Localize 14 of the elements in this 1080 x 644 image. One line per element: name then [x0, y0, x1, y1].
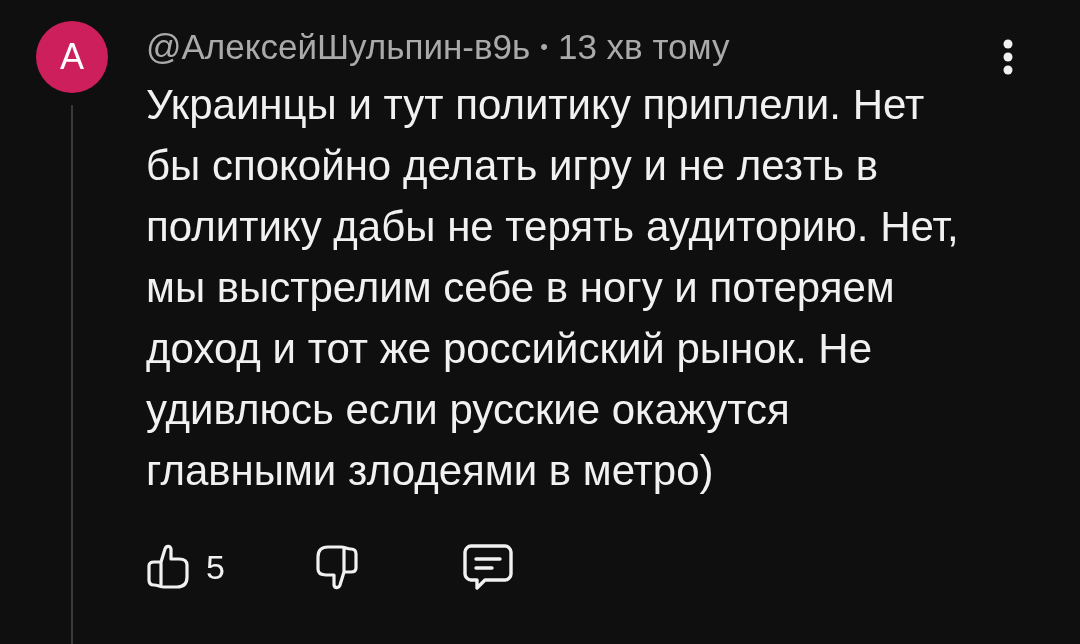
dislike-button[interactable]: [314, 544, 359, 590]
separator-dot: •: [540, 33, 548, 61]
comment-icon: [462, 544, 513, 590]
comment-time: 13 хв тому: [557, 26, 730, 68]
comment-text: Украинцы и тут политику приплели. Нет бы спокойно делать игру и не лезть в политику дабы не терять аудиторию. Нет, мы выстрелим себе в ногу и потеряем доход и тот же российский рынок. Не удивлюсь если русские окажутся главными злодеями в метро): [146, 80, 960, 496]
thumbs-up-icon: [146, 544, 190, 590]
like-button[interactable]: [146, 544, 190, 590]
vertical-dots-icon: [1003, 39, 1013, 75]
reply-button[interactable]: [462, 544, 513, 590]
author-name[interactable]: @АлексейШульпин-в9ь: [146, 26, 531, 68]
like-count: 5: [206, 547, 225, 587]
more-button[interactable]: [1003, 39, 1013, 75]
avatar[interactable]: А: [36, 21, 108, 93]
thumbs-down-icon: [314, 544, 359, 590]
